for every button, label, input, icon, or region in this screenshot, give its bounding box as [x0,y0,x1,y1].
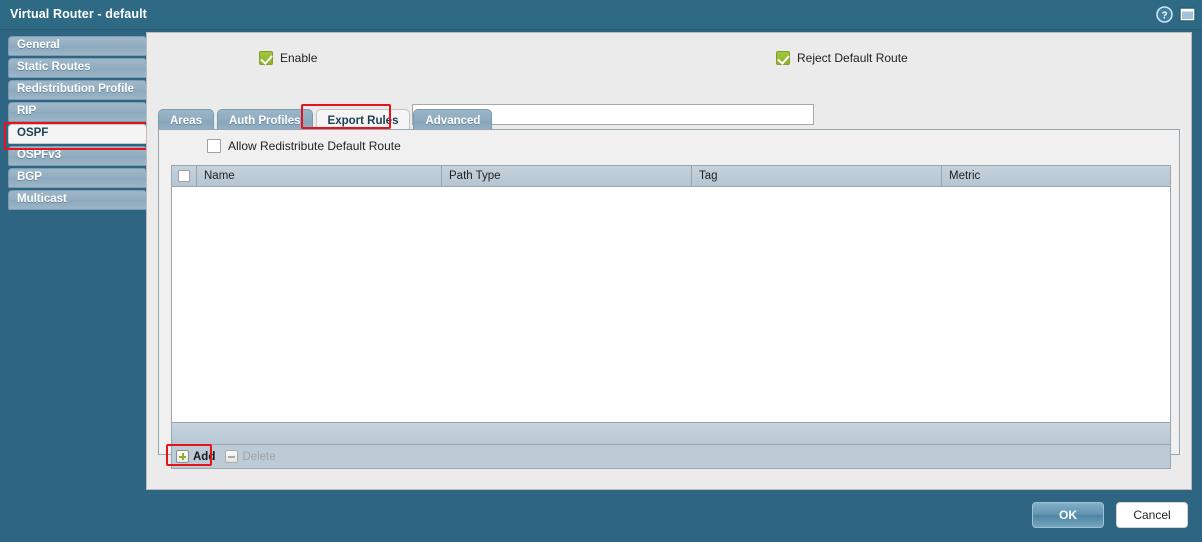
enable-label: Enable [280,51,318,65]
help-circle-icon[interactable]: ? [1156,6,1173,23]
select-all-checkbox[interactable] [178,170,190,182]
column-header-tag[interactable]: Tag [692,166,942,186]
select-all-cell[interactable] [172,166,197,186]
table-body [172,187,1170,423]
tab-advanced[interactable]: Advanced [413,109,493,131]
tab-panel-export-rules: Allow Redistribute Default Route Name Pa… [158,129,1180,469]
virtual-router-dialog: Virtual Router - default ? General Stati… [0,0,1202,542]
sidebar-item-label: BGP [17,171,42,183]
sidebar-item-multicast[interactable]: Multicast [8,190,147,210]
sidebar-item-rip[interactable]: RIP [8,102,147,122]
sidebar: General Static Routes Redistribution Pro… [0,30,152,542]
sidebar-item-label: Redistribution Profile [17,83,134,95]
tab-label: Export Rules [327,114,399,127]
sidebar-item-ospfv3[interactable]: OSPFv3 [8,146,147,166]
tab-label: Areas [170,114,202,127]
title-bar: Virtual Router - default ? [0,0,1202,30]
sidebar-item-label: General [17,39,60,51]
reject-default-route-checkbox[interactable] [776,51,790,65]
minus-icon [225,450,239,463]
sidebar-item-ospf[interactable]: OSPF [8,124,147,144]
table-header-row: Name Path Type Tag Metric [172,166,1170,187]
column-header-name[interactable]: Name [197,166,442,186]
add-button[interactable]: Add [176,450,215,463]
allow-redistribute-checkbox[interactable] [207,139,221,153]
content-panel: Enable Reject Default Route Router ID Ar… [146,32,1192,490]
plus-icon [176,450,189,463]
sidebar-item-redistribution-profile[interactable]: Redistribution Profile [8,80,147,100]
sidebar-item-label: Multicast [17,193,67,205]
tab-label: Auth Profiles [228,114,301,127]
tab-strip: Areas Auth Profiles Export Rules Advance… [158,107,493,131]
reject-default-route-checkbox-row[interactable]: Reject Default Route [776,51,908,65]
table-toolbar: Add Delete [171,445,1171,469]
cancel-button[interactable]: Cancel [1116,502,1188,528]
sidebar-item-general[interactable]: General [8,36,147,56]
sidebar-item-bgp[interactable]: BGP [8,168,147,188]
sidebar-item-static-routes[interactable]: Static Routes [8,58,147,78]
reject-default-route-label: Reject Default Route [797,51,908,65]
export-rules-table: Name Path Type Tag Metric [171,165,1171,445]
window-icon[interactable] [1179,6,1196,23]
enable-checkbox[interactable] [259,51,273,65]
allow-redistribute-label: Allow Redistribute Default Route [228,139,401,153]
column-header-metric[interactable]: Metric [942,166,1170,186]
allow-redistribute-checkbox-row[interactable]: Allow Redistribute Default Route [207,139,401,153]
tab-export-rules[interactable]: Export Rules [315,109,411,131]
tab-label: Advanced [425,114,481,127]
page-title: Virtual Router - default [10,7,147,21]
delete-button-label: Delete [242,450,276,463]
sidebar-item-label: OSPF [17,127,49,139]
sidebar-item-label: OSPFv3 [17,149,62,161]
sidebar-item-label: Static Routes [17,61,91,73]
ok-button[interactable]: OK [1032,502,1104,528]
title-bar-icons: ? [1156,6,1196,23]
table-footer-bar [172,422,1170,444]
tab-auth-profiles[interactable]: Auth Profiles [216,109,313,131]
svg-text:?: ? [1161,10,1167,21]
enable-checkbox-row[interactable]: Enable [259,51,317,65]
tab-areas[interactable]: Areas [158,109,214,131]
column-header-path-type[interactable]: Path Type [442,166,692,186]
sidebar-item-label: RIP [17,105,37,117]
dialog-footer: OK Cancel [1032,502,1188,528]
add-button-label: Add [193,450,216,463]
delete-button: Delete [225,450,276,463]
